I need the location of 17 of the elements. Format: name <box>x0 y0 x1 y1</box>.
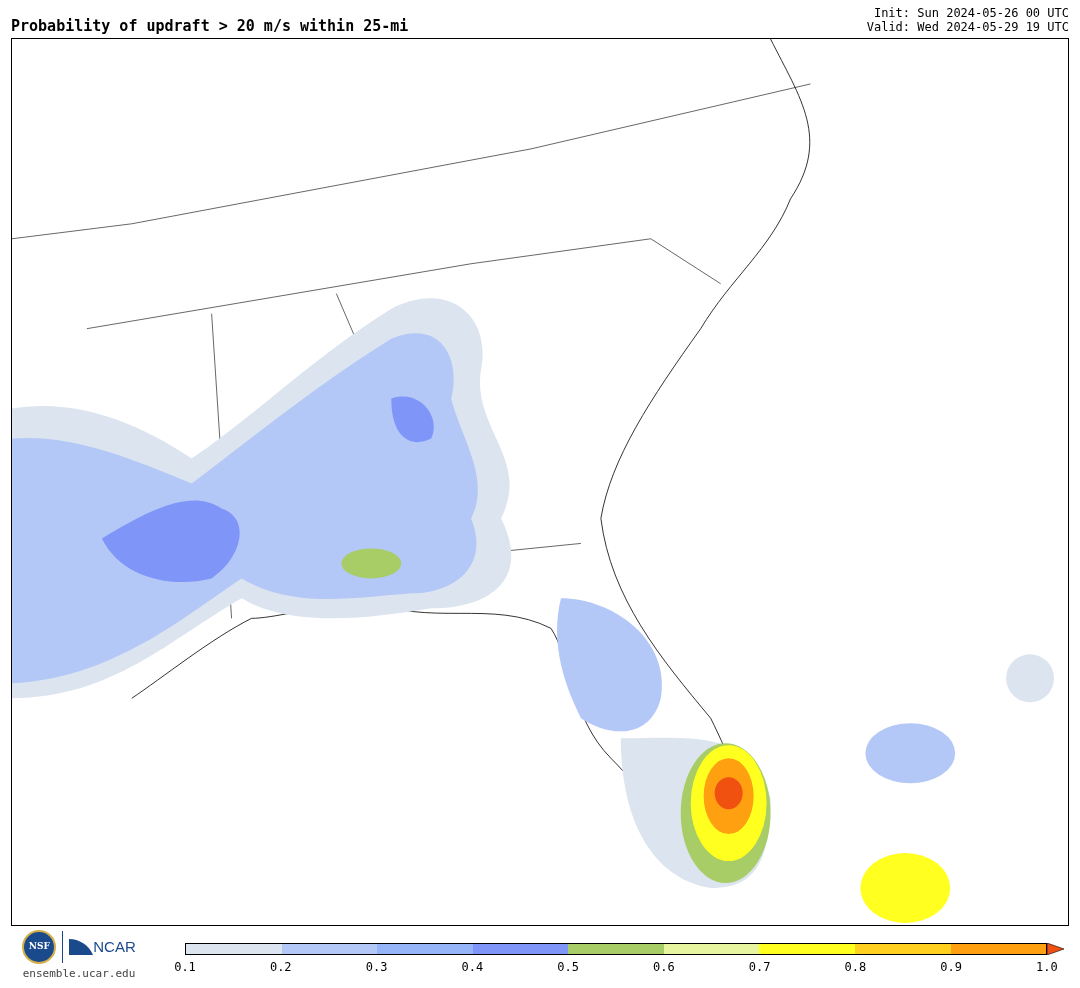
colorbar-tick-label: 1.0 <box>1035 961 1058 973</box>
valid-time: Valid: Wed 2024-05-29 19 UTC <box>866 20 1069 34</box>
colorbar-tick-label: 0.4 <box>461 961 484 973</box>
colorbar-tick-label: 0.9 <box>940 961 963 973</box>
chart-title: Probability of updraft > 20 m/s within 25-mi <box>11 19 409 34</box>
colorbar-tick-label: 0.1 <box>174 961 196 973</box>
website-url: ensemble.ucar.edu <box>22 966 136 982</box>
ncar-logo: NCAR <box>93 936 136 957</box>
colorbar-tick-label: 0.6 <box>652 961 675 973</box>
colorbar-tick-label: 0.3 <box>365 961 388 973</box>
ncar-logo-icon <box>69 937 94 957</box>
nsf-logo: NSF <box>22 930 57 964</box>
init-time: Init: Sun 2024-05-26 00 UTC <box>873 6 1069 20</box>
colorbar-tick-label: 0.5 <box>557 961 580 973</box>
colorbar-tick-label: 0.2 <box>269 961 292 973</box>
colorbar-tick-label: 0.7 <box>748 961 771 973</box>
colorbar-tick-label: 0.8 <box>844 961 867 973</box>
